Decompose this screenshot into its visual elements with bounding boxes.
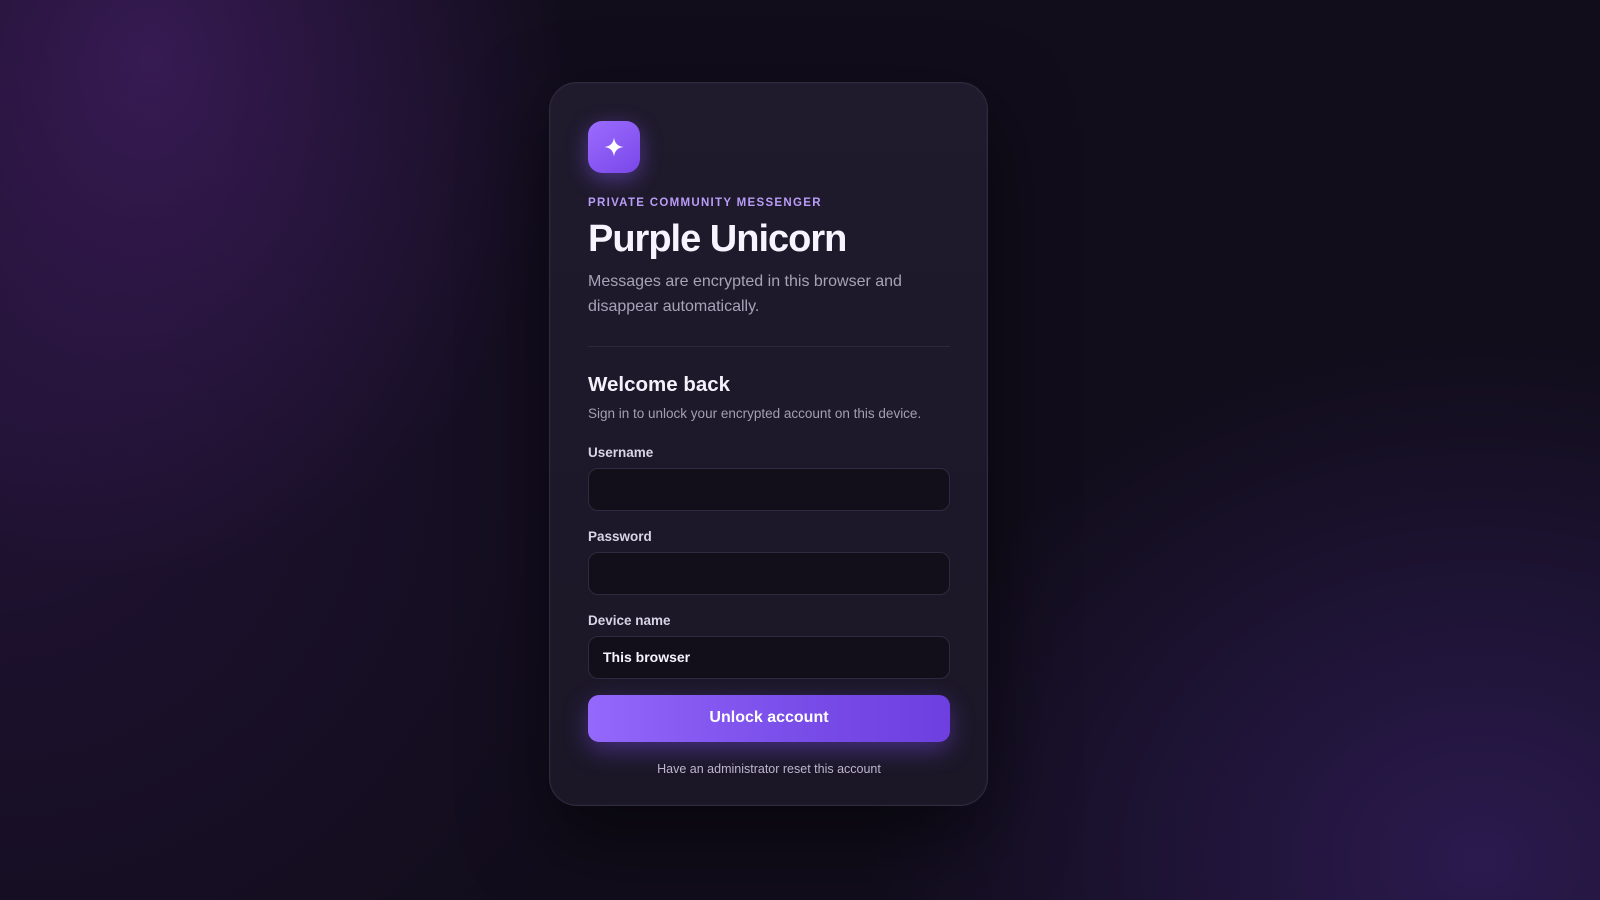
- app-tagline: Messages are encrypted in this browser a…: [588, 272, 902, 315]
- device-name-input[interactable]: [588, 635, 950, 679]
- sparkle-icon: [604, 137, 624, 157]
- unlock-account-button[interactable]: Unlock account: [588, 694, 950, 742]
- username-input[interactable]: [588, 467, 950, 511]
- login-heading: Welcome back: [588, 372, 731, 396]
- login-subheading: Sign in to unlock your encrypted account…: [588, 405, 922, 421]
- username-label: Username: [588, 444, 654, 460]
- divider: [588, 345, 950, 347]
- app-eyebrow: PRIVATE COMMUNITY MESSENGER: [588, 197, 822, 209]
- password-input[interactable]: [588, 551, 950, 595]
- app-title: Purple Unicorn: [588, 218, 847, 260]
- login-card: PRIVATE COMMUNITY MESSENGER Purple Unico…: [549, 82, 988, 806]
- device-name-label: Device name: [588, 612, 671, 628]
- admin-reset-link[interactable]: Have an administrator reset this account: [588, 762, 950, 776]
- app-logo: [588, 121, 640, 173]
- password-label: Password: [588, 528, 652, 544]
